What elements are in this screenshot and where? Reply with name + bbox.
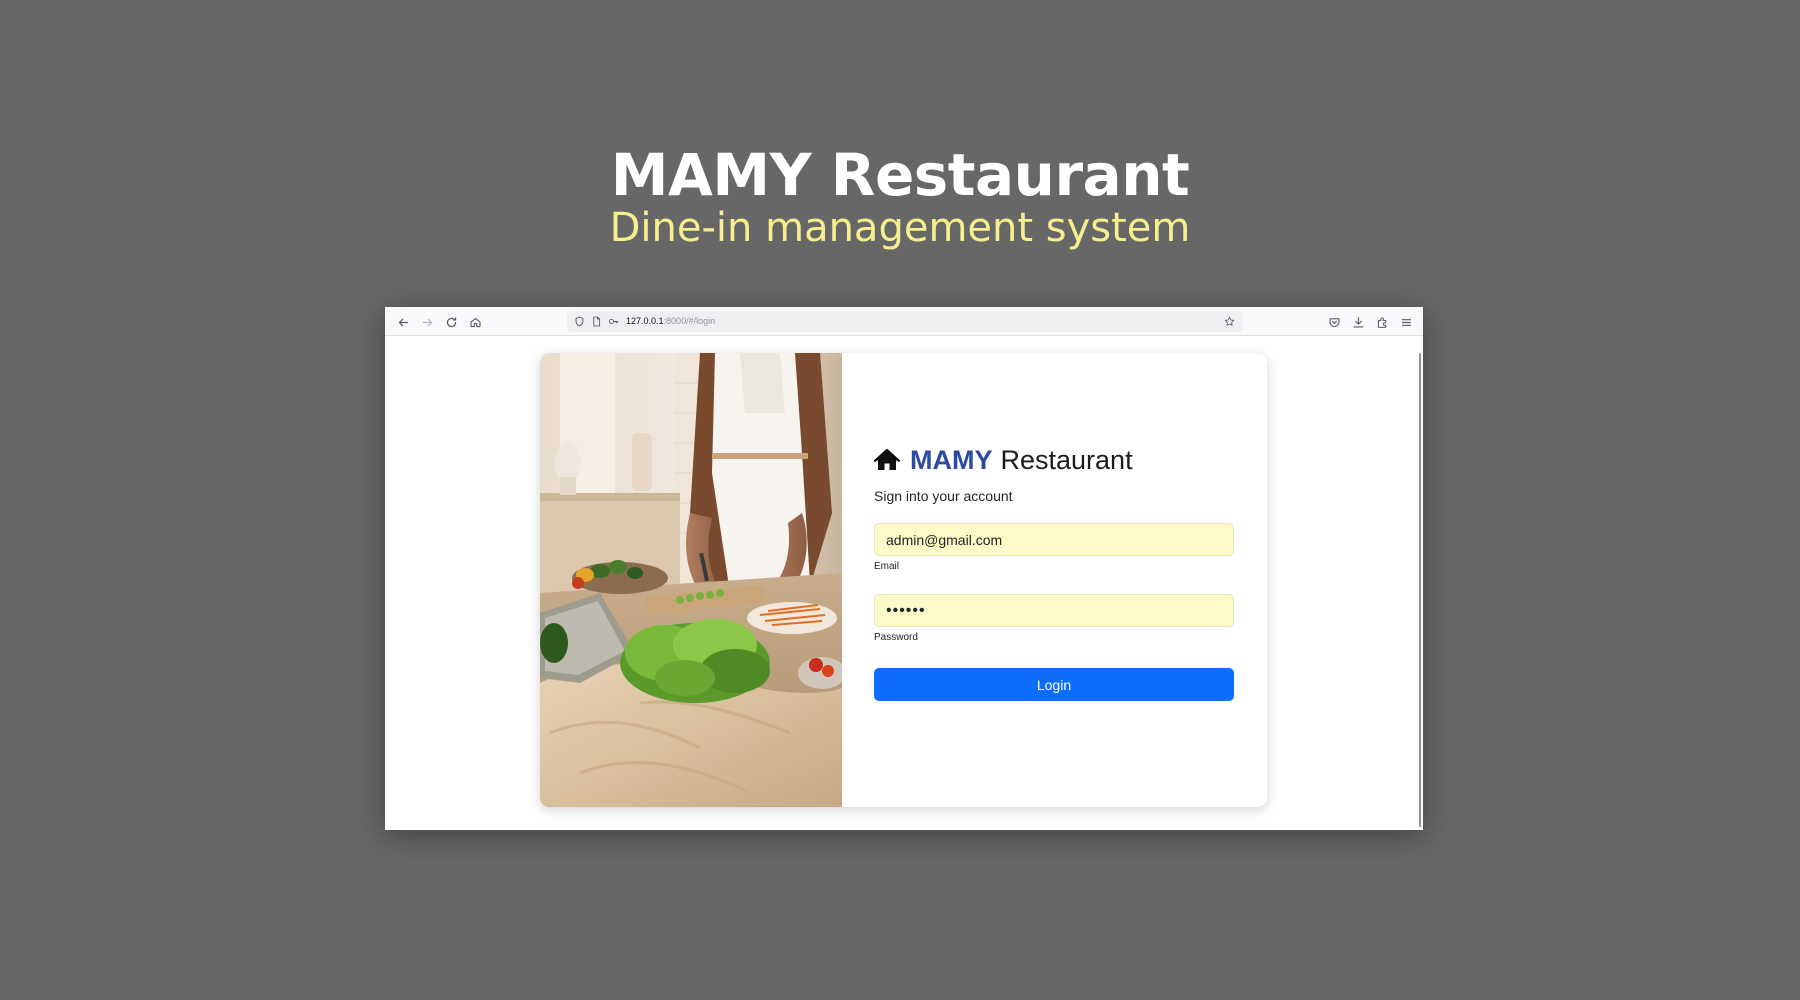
url-host: 127.0.0.1	[626, 316, 664, 326]
extensions-icon[interactable]	[1372, 312, 1392, 332]
hero-subtitle: Dine-in management system	[609, 205, 1191, 251]
browser-toolbar: 127.0.0.1:8000/#/login	[385, 307, 1423, 336]
url-text[interactable]: 127.0.0.1:8000/#/login	[626, 315, 715, 328]
email-input[interactable]: admin@gmail.com	[874, 523, 1234, 556]
home-icon	[874, 448, 900, 472]
sign-in-subtitle: Sign into your account	[874, 488, 1013, 504]
url-path: :8000/#/login	[663, 316, 716, 326]
star-icon[interactable]	[1222, 314, 1237, 329]
back-arrow-icon[interactable]	[393, 312, 413, 332]
kitchen-photo	[540, 353, 842, 807]
hero-header: MAMY Restaurant Dine-in management syste…	[0, 142, 1800, 252]
brand-heading: MAMY Restaurant	[874, 443, 1133, 477]
forward-arrow-icon[interactable]	[417, 312, 437, 332]
shield-icon[interactable]	[572, 314, 587, 329]
home-icon[interactable]	[465, 312, 485, 332]
login-card: MAMY Restaurant Sign into your account a…	[540, 353, 1267, 807]
password-input[interactable]: ••••••	[874, 594, 1234, 627]
hero-title: MAMY Restaurant	[610, 141, 1190, 209]
scrollbar[interactable]	[1419, 353, 1421, 827]
reload-icon[interactable]	[441, 312, 461, 332]
login-button[interactable]: Login	[874, 668, 1234, 701]
key-icon[interactable]	[606, 314, 621, 329]
brand-name-rest: Restaurant	[1000, 444, 1133, 475]
page-viewport: MAMY Restaurant Sign into your account a…	[385, 336, 1423, 830]
page-icon[interactable]	[589, 314, 604, 329]
menu-icon[interactable]	[1396, 312, 1416, 332]
browser-window: 127.0.0.1:8000/#/login MAMY Restaurant S…	[385, 307, 1423, 830]
url-bar[interactable]: 127.0.0.1:8000/#/login	[567, 311, 1243, 332]
password-label: Password	[874, 632, 918, 643]
pocket-icon[interactable]	[1324, 312, 1344, 332]
download-icon[interactable]	[1348, 312, 1368, 332]
brand-name-strong: MAMY	[910, 444, 993, 475]
email-label: Email	[874, 561, 900, 572]
login-form: MAMY Restaurant Sign into your account a…	[874, 353, 1234, 807]
